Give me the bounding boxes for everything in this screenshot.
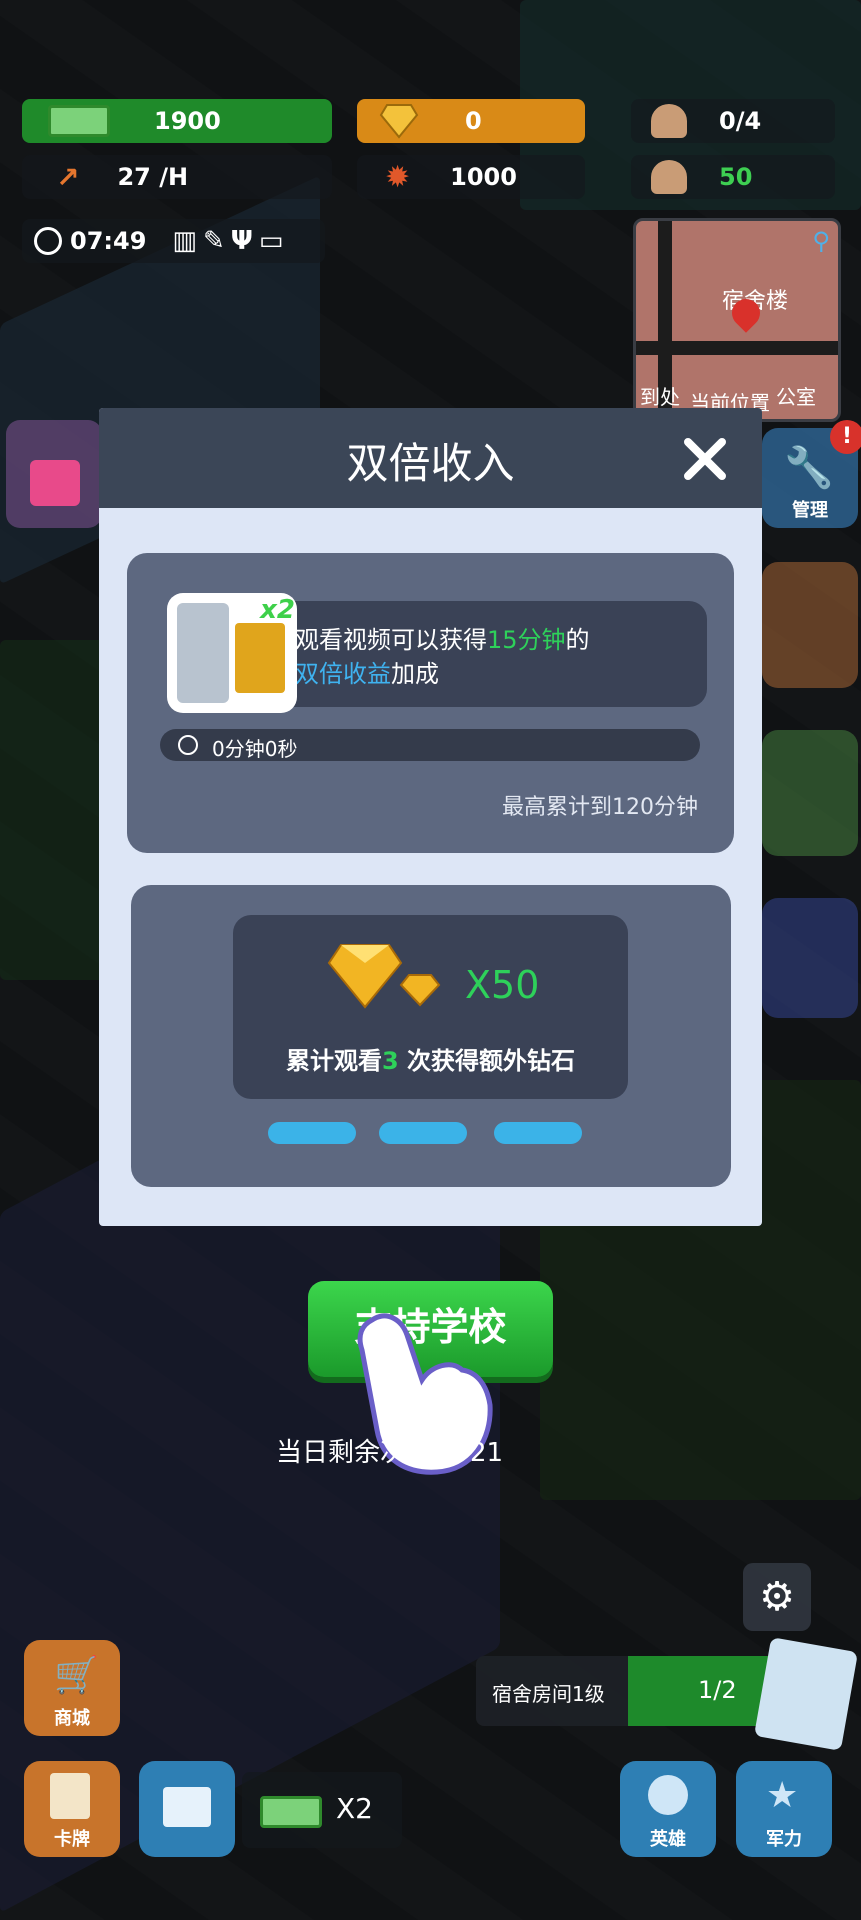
minimap-label: 到处 xyxy=(640,385,680,409)
diamond-icon xyxy=(379,104,419,139)
character-portrait[interactable] xyxy=(762,562,858,688)
reward-text: 累计观看3 次获得额外钻石 xyxy=(285,1047,576,1075)
cards-button[interactable]: 卡牌 xyxy=(24,1761,120,1857)
chart-up-icon: ↗ xyxy=(56,160,80,194)
gift-icon xyxy=(30,460,80,506)
x2-badge: x2 xyxy=(260,595,295,625)
remaining-count: 当日剩余次数： 21 xyxy=(276,1438,504,1468)
shop-label: 商城 xyxy=(54,1708,90,1729)
progress-segment xyxy=(268,1122,356,1144)
military-button[interactable]: ★ 军力 xyxy=(736,1761,832,1857)
staff-value: 0/4 xyxy=(719,107,762,135)
progress-segment xyxy=(494,1122,582,1144)
badge-icon: ★ xyxy=(766,1775,799,1816)
military-label: 军力 xyxy=(766,1829,802,1850)
dialog-title: 双倍收入 xyxy=(346,439,515,488)
multiplier-value: X2 xyxy=(336,1792,373,1825)
reward-box: X50 累计观看3 次获得额外钻石 xyxy=(233,915,628,1099)
diamond-reward-card: X50 累计观看3 次获得额外钻石 xyxy=(131,885,731,1187)
settings-icon[interactable]: ⚙ xyxy=(743,1563,811,1631)
minimap[interactable]: ⚲ 宿舍楼 到处 当前位置 公室 xyxy=(633,218,841,422)
card-icon xyxy=(50,1773,90,1819)
income-value: 27 /H xyxy=(117,163,189,191)
wrench-icon: 🔧 xyxy=(784,445,834,491)
diamond-icon xyxy=(327,944,441,1009)
gift-button[interactable] xyxy=(6,420,102,528)
dialog-header: 双倍收入 xyxy=(99,408,762,508)
manage-label: 管理 xyxy=(792,500,828,521)
gear-value: 1000 xyxy=(450,163,517,191)
student-value: 50 xyxy=(719,163,753,191)
alert-badge: ! xyxy=(830,420,861,454)
staff-icon xyxy=(651,104,687,138)
clock-bar: 07:49 ▥✎Ψ▭ xyxy=(22,219,325,263)
heroes-button[interactable]: 英雄 xyxy=(620,1761,716,1857)
manage-button[interactable]: 🔧 管理 ! xyxy=(762,420,861,528)
gear-icon: ✹ xyxy=(385,159,411,195)
money-bar: 1900 xyxy=(22,99,332,143)
minimap-label: 公室 xyxy=(776,385,816,409)
clock-value: 07:49 xyxy=(70,227,147,255)
clock-icon xyxy=(34,227,62,255)
offer-text-box: 观看视频可以获得15分钟的 双倍收益加成 xyxy=(267,601,707,707)
amenity-icons: ▥✎Ψ▭ xyxy=(172,226,290,256)
video-multiplier-bar: X2 xyxy=(242,1772,402,1848)
gear-bar: ✹ 1000 xyxy=(357,155,585,199)
student-icon xyxy=(651,160,687,194)
diamond-value: 0 xyxy=(465,107,482,135)
close-icon[interactable] xyxy=(678,432,732,486)
max-note: 最高累计到120分钟 xyxy=(502,795,698,820)
clipboard-icon[interactable] xyxy=(753,1637,859,1751)
money-value: 1900 xyxy=(154,107,221,135)
cash-icon xyxy=(260,1796,322,1828)
hero-icon xyxy=(648,1775,688,1815)
task-progress: 1/2 xyxy=(698,1676,737,1704)
soldier-portrait[interactable] xyxy=(762,730,858,856)
income-bar: ↗ 27 /H xyxy=(22,155,332,199)
heroes-label: 英雄 xyxy=(650,1829,686,1850)
offer-text: 观看视频可以获得15分钟的 双倍收益加成 xyxy=(295,626,590,688)
student-bar: 50 xyxy=(631,155,835,199)
safe-icon: x2 xyxy=(167,593,297,713)
play-video-icon xyxy=(163,1787,211,1827)
task-bar[interactable]: 宿舍房间1级 1/2 xyxy=(476,1656,796,1726)
staff-bar: 0/4 xyxy=(631,99,835,143)
search-icon[interactable]: ⚲ xyxy=(812,227,830,255)
video-offer-card: 观看视频可以获得15分钟的 双倍收益加成 x2 0分钟0秒 最高累计到120分钟 xyxy=(127,553,734,853)
progress-segment xyxy=(379,1122,467,1144)
timer-bar: 0分钟0秒 xyxy=(160,729,700,761)
video-button[interactable] xyxy=(139,1761,235,1857)
cards-label: 卡牌 xyxy=(54,1829,90,1850)
double-income-dialog: 双倍收入 观看视频可以获得15分钟的 双倍收益加成 x2 0分钟0秒 最高累计到… xyxy=(99,408,762,1226)
cash-icon xyxy=(48,105,110,137)
timer-value: 0分钟0秒 xyxy=(212,737,298,761)
task-text: 宿舍房间1级 xyxy=(492,1682,605,1706)
reward-amount: X50 xyxy=(465,963,540,1007)
medal-portrait[interactable] xyxy=(762,898,858,1018)
diamond-bar: 0 xyxy=(357,99,585,143)
clock-icon xyxy=(178,735,198,755)
cart-icon: 🛒 xyxy=(54,1655,99,1696)
shop-button[interactable]: 🛒 商城 xyxy=(24,1640,120,1736)
